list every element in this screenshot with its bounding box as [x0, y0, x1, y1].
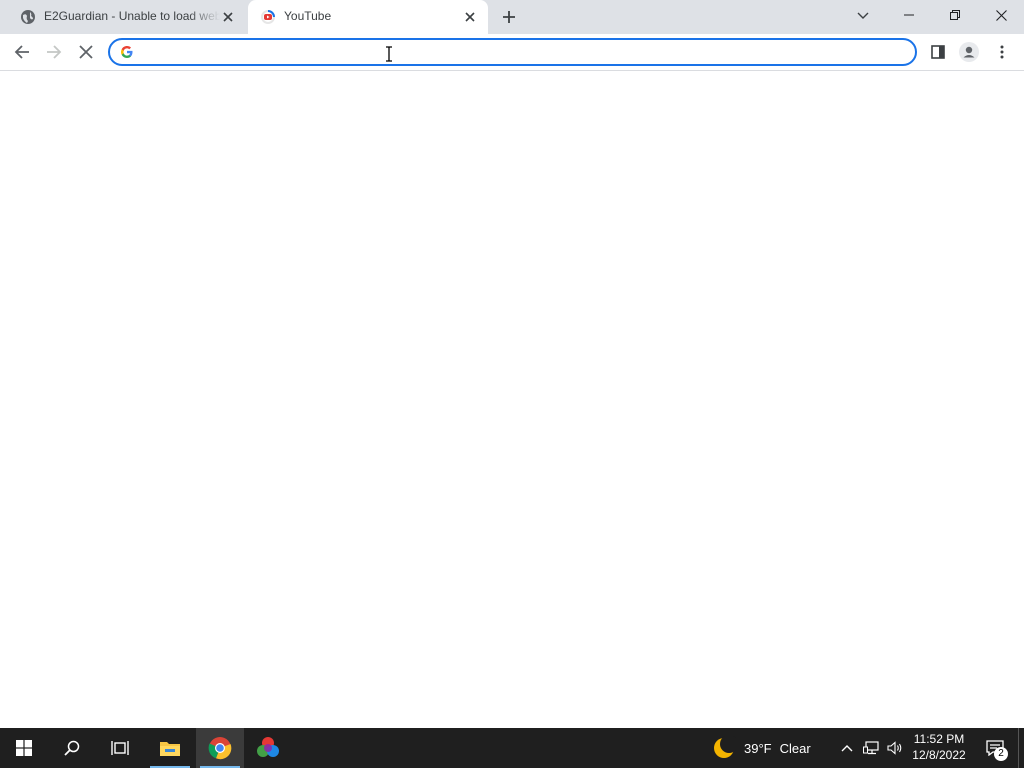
weather-widget[interactable]: 39°F Clear — [712, 728, 826, 768]
stop-loading-button[interactable] — [72, 38, 100, 66]
restore-icon — [950, 10, 960, 20]
show-desktop-button[interactable] — [1018, 728, 1024, 768]
moon-icon — [714, 736, 736, 758]
tab-strip: E2Guardian - Unable to load web page You… — [0, 0, 1024, 34]
address-bar[interactable] — [108, 38, 917, 66]
text-cursor-icon — [386, 46, 392, 62]
arrow-left-icon — [14, 45, 29, 59]
start-button[interactable] — [0, 728, 48, 768]
back-button[interactable] — [8, 38, 36, 66]
minimize-button[interactable] — [886, 0, 932, 30]
network-icon — [863, 741, 879, 755]
volume-icon — [887, 741, 902, 755]
weather-temperature: 39°F — [744, 740, 772, 756]
plus-icon — [503, 11, 515, 23]
new-tab-button[interactable] — [499, 7, 519, 27]
windows-taskbar: 39°F Clear 11:52 PM 12/8/2022 2 — [0, 728, 1024, 768]
show-hidden-icons-button[interactable] — [836, 728, 858, 768]
chrome-taskbar-button[interactable] — [196, 728, 244, 768]
taskbar-clock[interactable]: 11:52 PM 12/8/2022 — [906, 731, 972, 765]
action-center-button[interactable]: 2 — [980, 728, 1010, 768]
side-panel-icon — [931, 45, 945, 59]
volume-button[interactable] — [884, 728, 906, 768]
page-content — [0, 72, 1024, 728]
browser-toolbar — [0, 34, 1024, 71]
paint-taskbar-button[interactable] — [244, 728, 292, 768]
clock-date: 12/8/2022 — [912, 748, 966, 762]
paint-icon — [257, 737, 279, 757]
youtube-loading-icon — [261, 10, 275, 24]
tab-title: E2Guardian - Unable to load web page — [44, 9, 220, 23]
close-tab-icon[interactable] — [220, 9, 236, 25]
chevron-down-icon — [857, 12, 869, 19]
menu-button[interactable] — [988, 38, 1016, 66]
chevron-up-icon — [841, 745, 853, 752]
arrow-right-icon — [47, 45, 62, 59]
close-icon — [995, 9, 1007, 21]
tab-youtube[interactable]: YouTube — [248, 0, 488, 34]
clock-time: 11:52 PM — [913, 732, 965, 746]
network-button[interactable] — [860, 728, 882, 768]
close-icon — [79, 45, 93, 59]
forward-button[interactable] — [40, 38, 68, 66]
google-icon — [121, 46, 133, 58]
profile-button[interactable] — [955, 38, 983, 66]
windows-logo-icon — [16, 740, 32, 756]
file-explorer-button[interactable] — [146, 728, 194, 768]
search-icon — [64, 740, 80, 756]
close-tab-icon[interactable] — [462, 9, 478, 25]
restore-button[interactable] — [932, 0, 978, 30]
address-input[interactable] — [142, 43, 902, 61]
avatar-icon — [959, 42, 979, 62]
tab-e2guardian[interactable]: E2Guardian - Unable to load web page — [8, 0, 246, 34]
close-window-button[interactable] — [978, 0, 1024, 30]
tab-title: YouTube — [284, 9, 332, 23]
file-explorer-icon — [160, 742, 180, 756]
more-vert-icon — [1000, 45, 1004, 59]
weather-condition: Clear — [779, 740, 811, 756]
taskbar-search-button[interactable] — [48, 728, 96, 768]
task-view-icon — [111, 741, 129, 755]
notification-count-badge: 2 — [994, 747, 1008, 761]
tab-search-button[interactable] — [852, 6, 874, 26]
chrome-icon — [208, 737, 232, 760]
side-panel-button[interactable] — [924, 38, 952, 66]
minimize-icon — [904, 14, 914, 16]
globe-icon — [21, 10, 35, 24]
task-view-button[interactable] — [96, 728, 144, 768]
